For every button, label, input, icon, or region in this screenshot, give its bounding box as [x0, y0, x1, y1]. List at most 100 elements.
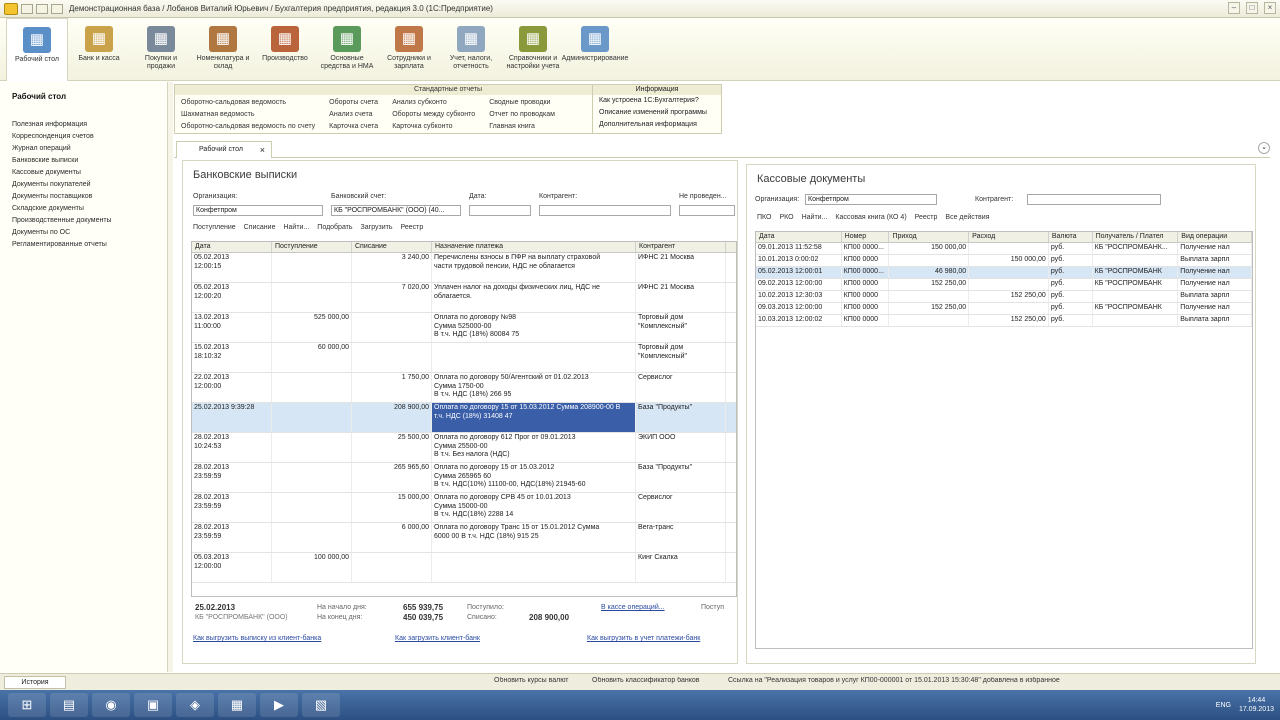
- lang-indicator[interactable]: ENG: [1216, 702, 1231, 709]
- table-row[interactable]: 10.01.2013 0:00:02 КП00 0000 150 000,00 руб…: [756, 255, 1252, 267]
- panel-splitter[interactable]: [168, 82, 173, 672]
- section-books[interactable]: ▦ Справочники и настройки учета: [502, 18, 564, 78]
- close-tab-icon[interactable]: ×: [260, 142, 265, 158]
- report-link[interactable]: Анализ счета: [329, 109, 378, 121]
- tab-desktop[interactable]: Рабочий стол ×: [176, 141, 272, 158]
- report-link[interactable]: Отчет по проводкам: [489, 109, 555, 121]
- bank-grid[interactable]: Дата Поступление Списание Назначение платеж…: [191, 241, 737, 597]
- nav-item[interactable]: Регламентированные отчеты: [12, 239, 167, 251]
- table-row[interactable]: 28.02.2013 10:24:53 25 500,00 Оплата по до…: [192, 433, 736, 463]
- nav-item[interactable]: Производственные документы: [12, 215, 167, 227]
- cash-grid[interactable]: Дата Номер Приход Расход Валюта Получатель / …: [755, 231, 1253, 649]
- close-icon[interactable]: ×: [1264, 2, 1276, 14]
- report-link[interactable]: Главная книга: [489, 121, 555, 133]
- table-row[interactable]: 22.02.2013 12:00:00 1 750,00 Оплата по дог…: [192, 373, 736, 403]
- nav-item[interactable]: Полезная информация: [12, 119, 167, 131]
- table-row[interactable]: 05.03.2013 12:00:00 100 000,00 Кинг Скалка: [192, 553, 736, 583]
- report-link[interactable]: Обороты счета: [329, 97, 378, 109]
- powerpoint-icon[interactable]: ▶: [260, 693, 298, 717]
- nav-item[interactable]: Кассовые документы: [12, 167, 167, 179]
- table-row[interactable]: 25.02.2013 9:39:28 208 900,00 Оплата по до…: [192, 403, 736, 433]
- column-header[interactable]: Дата: [756, 232, 842, 242]
- export-payments-link[interactable]: Как выгрузить в учет платежи-банк: [587, 635, 700, 642]
- column-header[interactable]: Списание: [352, 242, 432, 252]
- section-warehouse[interactable]: ▦ Номенклатура и склад: [192, 18, 254, 78]
- chrome-icon[interactable]: ◉: [92, 693, 130, 717]
- table-row[interactable]: 09.01.2013 11:52:58 КП00 0000... 150 000,0…: [756, 243, 1252, 255]
- column-header[interactable]: Поступление: [272, 242, 352, 252]
- toolbar-button[interactable]: Найти...: [802, 214, 828, 221]
- maximize-icon[interactable]: □: [1246, 2, 1258, 14]
- history-button[interactable]: История: [4, 676, 66, 689]
- cash-org-field[interactable]: Конфетпром: [805, 194, 937, 205]
- table-row[interactable]: 09.03.2013 12:00:00 КП00 0000 152 250,00 ру…: [756, 303, 1252, 315]
- report-link[interactable]: Сводные проводки: [489, 97, 555, 109]
- contractor-field[interactable]: [539, 205, 671, 216]
- toolbar-button[interactable]: Кассовая книга (КО 4): [835, 214, 906, 221]
- report-link[interactable]: Анализ субконто: [392, 97, 475, 109]
- column-header[interactable]: Назначение платежа: [432, 242, 636, 252]
- column-header[interactable]: Вид операции: [1178, 232, 1252, 242]
- column-header[interactable]: Приход: [889, 232, 970, 242]
- column-header[interactable]: Валюта: [1049, 232, 1093, 242]
- cases-link[interactable]: В кассе операций...: [601, 604, 665, 611]
- column-header[interactable]: Расход: [969, 232, 1049, 242]
- menu-icon[interactable]: [21, 3, 33, 14]
- account-field[interactable]: КБ "РОСПРОМБАНК" (ООО) (40...: [331, 205, 461, 216]
- toolbar-button[interactable]: Реестр: [401, 224, 424, 231]
- toolbar-button[interactable]: РКО: [779, 214, 793, 221]
- status-message-banks[interactable]: Обновить классификатор банков: [592, 677, 722, 684]
- windows-start-icon[interactable]: ⊞: [8, 693, 46, 717]
- not-posted-field[interactable]: [679, 205, 735, 216]
- status-message-rates[interactable]: Обновить курсы валют: [494, 677, 586, 684]
- table-row[interactable]: 05.02.2013 12:00:15 3 240,00 Перечислены в…: [192, 253, 736, 283]
- report-link[interactable]: Оборотно-сальдовая ведомость по счету: [181, 121, 315, 133]
- nav-item[interactable]: Корреспонденция счетов: [12, 131, 167, 143]
- nav-item[interactable]: Складские документы: [12, 203, 167, 215]
- installer-icon[interactable]: ▣: [134, 693, 172, 717]
- table-row[interactable]: 13.02.2013 11:00:00 525 000,00 Оплата по д…: [192, 313, 736, 343]
- date-field[interactable]: [469, 205, 531, 216]
- table-row[interactable]: 05.02.2013 12:00:20 7 020,00 Уплачен налог…: [192, 283, 736, 313]
- section-admin[interactable]: ▦ Администрирование: [562, 18, 628, 78]
- toolbar-button[interactable]: Подобрать: [317, 224, 352, 231]
- info-link[interactable]: Дополнительная информация: [599, 119, 721, 131]
- column-header[interactable]: Дата: [192, 242, 272, 252]
- toolbar-button[interactable]: Реестр: [915, 214, 938, 221]
- table-row[interactable]: 28.02.2013 23:59:59 15 000,00 Оплата по до…: [192, 493, 736, 523]
- column-header[interactable]: Получатель / Плател: [1093, 232, 1179, 242]
- export-statement-link[interactable]: Как выгрузить выписку из клиент-банка: [193, 635, 321, 642]
- info-link[interactable]: Как устроена 1С:Бухгалтерия?: [599, 95, 721, 107]
- table-row[interactable]: 28.02.2013 23:59:59 265 965,60 Оплата по д…: [192, 463, 736, 493]
- table-row[interactable]: 15.02.2013 18:10:32 60 000,00 Торговый дом…: [192, 343, 736, 373]
- table-row[interactable]: 09.02.2013 12:00:00 КП00 0000 152 250,00 ру…: [756, 279, 1252, 291]
- nav-item[interactable]: Журнал операций: [12, 143, 167, 155]
- column-header[interactable]: Номер: [842, 232, 890, 242]
- table-row[interactable]: 05.02.2013 12:00:01 КП00 0000... 46 980,00…: [756, 267, 1252, 279]
- section-factory[interactable]: ▦ Производство: [254, 18, 316, 78]
- toolbar-button[interactable]: Найти...: [283, 224, 309, 231]
- clock[interactable]: 14:44 17.09.2013: [1239, 696, 1274, 714]
- cash-contractor-field[interactable]: [1027, 194, 1161, 205]
- toolbar-button[interactable]: ПКО: [757, 214, 771, 221]
- report-link[interactable]: Карточка счета: [329, 121, 378, 133]
- report-link[interactable]: Оборотно-сальдовая ведомость: [181, 97, 315, 109]
- forward-icon[interactable]: [51, 3, 63, 14]
- column-header[interactable]: Контрагент: [636, 242, 726, 252]
- terminal-icon[interactable]: ▦: [218, 693, 256, 717]
- section-desktop[interactable]: ▦ Рабочий стол: [6, 18, 68, 81]
- nav-item[interactable]: Банковские выписки: [12, 155, 167, 167]
- section-report[interactable]: ▦ Учет, налоги, отчетность: [440, 18, 502, 78]
- explorer-icon[interactable]: ▤: [50, 693, 88, 717]
- status-message-favorite[interactable]: Ссылка на "Реализация товаров и услуг КП…: [728, 677, 1088, 684]
- section-cart[interactable]: ▦ Покупки и продажи: [130, 18, 192, 78]
- toolbar-button[interactable]: Все действия: [945, 214, 989, 221]
- toolbar-button[interactable]: Загрузить: [361, 224, 393, 231]
- nav-item[interactable]: Документы покупателей: [12, 179, 167, 191]
- section-bank[interactable]: ▦ Банк и касса: [68, 18, 130, 78]
- table-row[interactable]: 10.03.2013 12:00:02 КП00 0000 152 250,00 ру…: [756, 315, 1252, 327]
- section-employee[interactable]: ▦ Сотрудники и зарплата: [378, 18, 440, 78]
- 1c-icon[interactable]: ◈: [176, 693, 214, 717]
- nav-item[interactable]: Документы поставщиков: [12, 191, 167, 203]
- table-row[interactable]: 10.02.2013 12:30:03 КП00 0000 152 250,00 ру…: [756, 291, 1252, 303]
